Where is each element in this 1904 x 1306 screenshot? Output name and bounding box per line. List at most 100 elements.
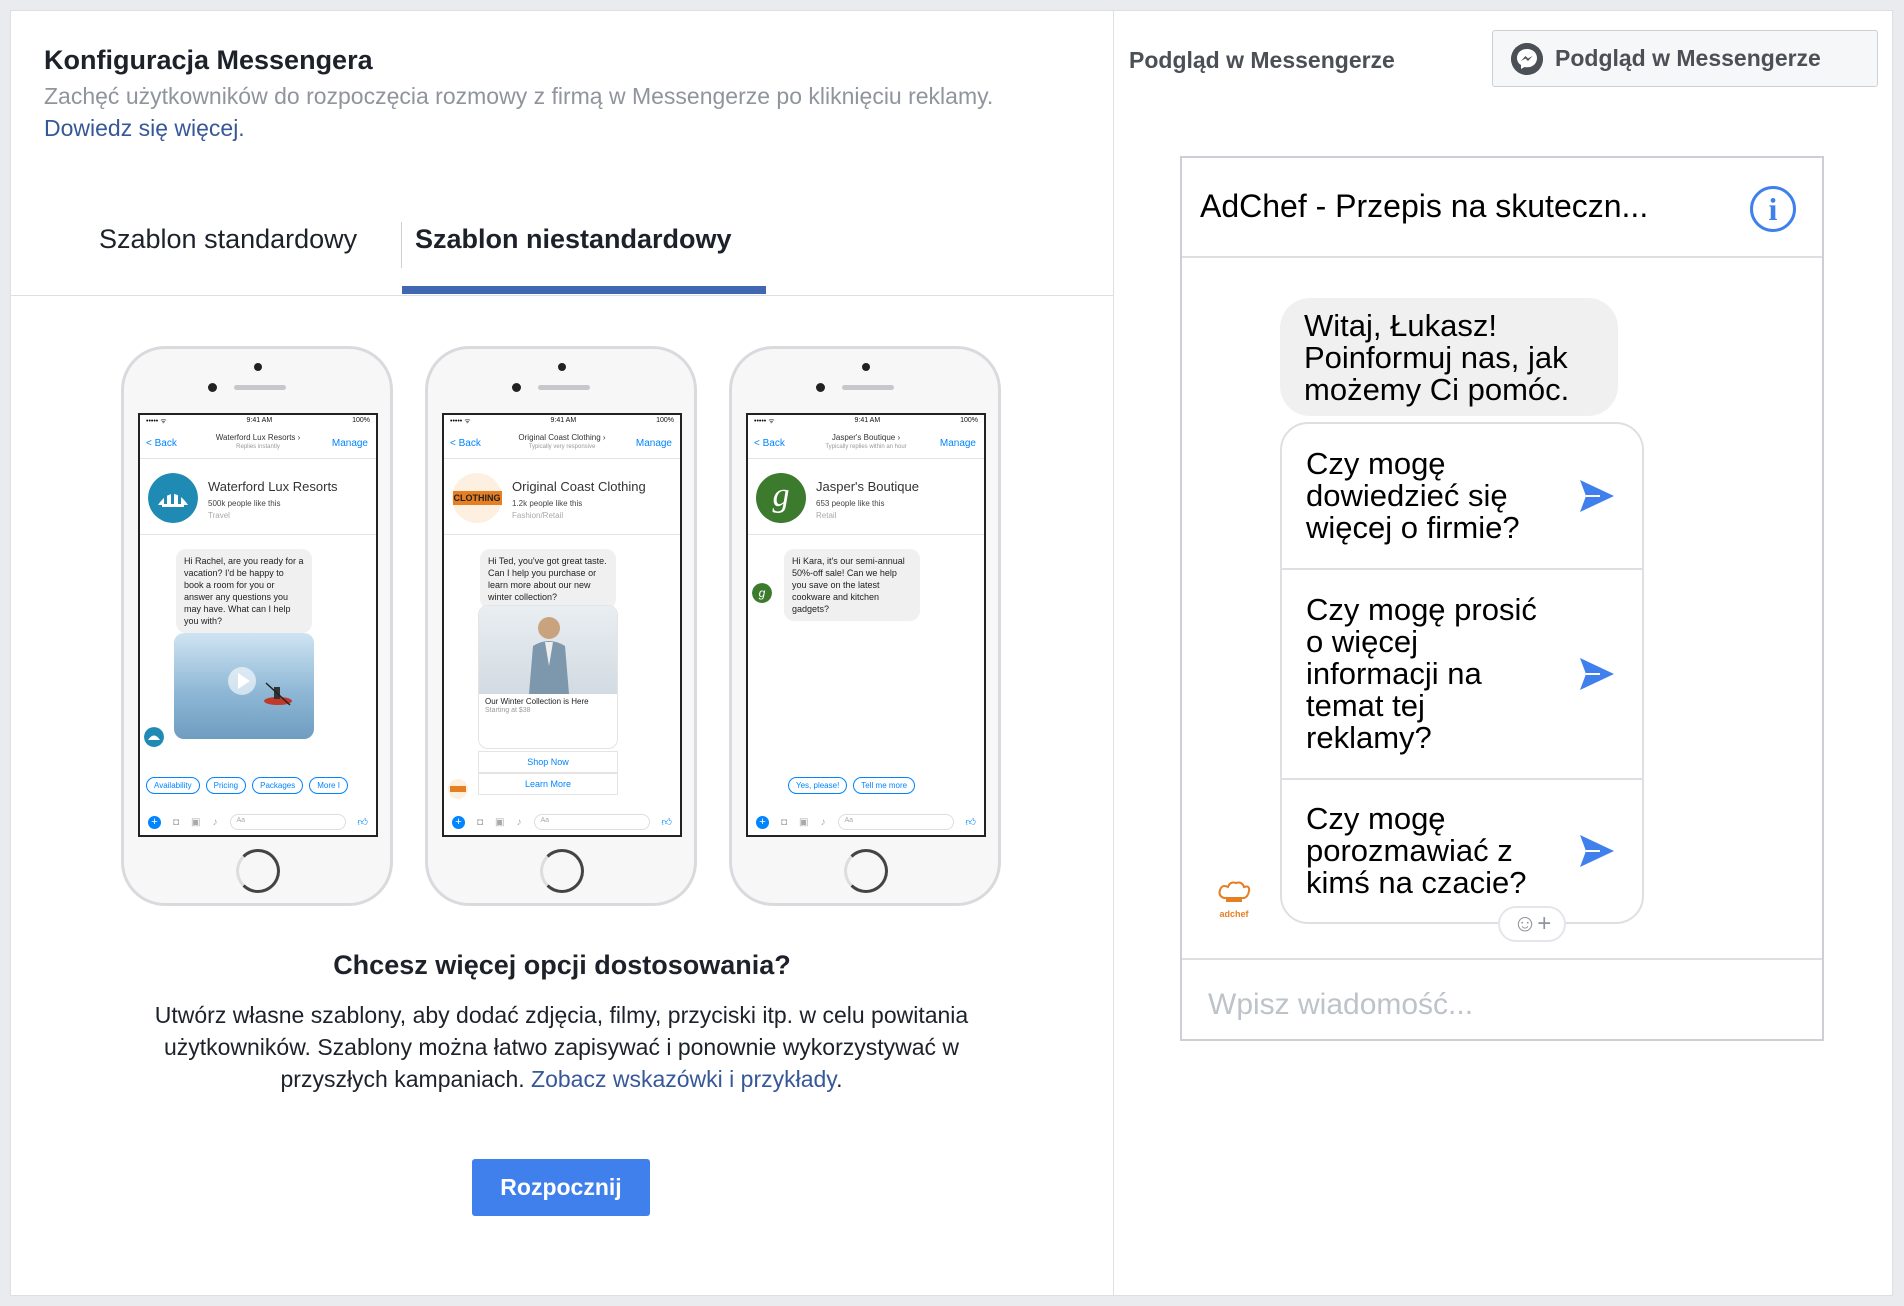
preview-in-messenger-button[interactable]: Podgląd w Messengerze: [1492, 30, 1878, 87]
image-icon: ▣: [191, 816, 201, 828]
composer-field: Aa: [229, 814, 346, 830]
send-icon: [1580, 658, 1614, 690]
card-button-learn: Learn More: [478, 773, 618, 795]
promo-title: Chcesz więcej opcji dostosowania?: [333, 950, 791, 980]
camera-icon: ◘: [781, 816, 788, 828]
adchef-avatar: adchef: [1212, 878, 1256, 922]
phone-mockup-3: ••••• ᯤ 9:41 AM 100% < Back Jasper's Bouti…: [729, 346, 1001, 906]
manage-link: Manage: [939, 438, 976, 449]
quick-replies: Czy mogę dowiedzieć się więcej o firmie?…: [1280, 422, 1644, 924]
quick-reply-text: Czy mogę porozmawiać z kimś na czacie?: [1306, 801, 1527, 900]
mic-icon: ♪: [820, 816, 826, 828]
business-avatar: [448, 779, 468, 799]
chef-hat-icon: [1218, 881, 1251, 902]
start-button[interactable]: Rozpocznij: [472, 1159, 650, 1216]
quick-reply-chip: Packages: [252, 777, 304, 794]
card-subtitle: Starting at $38: [485, 707, 531, 714]
composer-field: Aa: [533, 814, 650, 830]
tab-custom-template[interactable]: Szablon niestandardowy: [415, 224, 732, 255]
like-icon: 👍︎: [965, 817, 976, 828]
mic-icon: ♪: [516, 816, 522, 828]
preview-title: Podgląd w Messengerze: [1129, 47, 1395, 73]
plus-icon: +: [148, 815, 161, 829]
clothing-logo-icon: CLOTHING: [452, 473, 502, 523]
plus-icon: +: [452, 815, 465, 829]
card-title: Our Winter Collection is Here: [485, 697, 589, 706]
quick-reply-chip: More I: [309, 777, 348, 794]
quick-reply-item[interactable]: Czy mogę dowiedzieć się więcej o firmie?: [1282, 424, 1642, 568]
product-card: Our Winter Collection is Here Starting a…: [478, 605, 618, 749]
business-likes: 653 people like this: [816, 499, 885, 508]
chat-title: AdChef - Przepis na skuteczn...: [1200, 188, 1649, 224]
phone-mockup-1: ••••• ᯤ 9:41 AM 100% < Back Waterford Lux …: [121, 346, 393, 906]
manage-link: Manage: [635, 438, 672, 449]
quick-reply-chip: Availability: [146, 777, 200, 794]
image-icon: ▣: [495, 816, 505, 828]
phone-screen: ••••• ᯤ 9:41 AM 100% < Back Jasper's Bouti…: [746, 413, 986, 837]
active-tab-indicator: [402, 286, 766, 294]
panel-divider: [1113, 10, 1114, 1296]
image-icon: ▣: [799, 816, 809, 828]
page-subtitle: Zachęć użytkowników do rozpoczęcia rozmo…: [44, 80, 1024, 144]
business-category: Fashion/Retail: [512, 511, 564, 520]
send-icon: [1580, 835, 1614, 867]
emoji-icon[interactable]: ☺+: [1498, 906, 1566, 942]
welcome-message: Hi Ted, you've got great taste. Can I he…: [480, 549, 616, 609]
resort-logo-icon: [148, 473, 198, 523]
card-button-shop: Shop Now: [478, 751, 618, 773]
quick-reply-text: Czy mogę prosić o więcej informacji na t…: [1306, 592, 1537, 755]
phone-screen: ••••• ᯤ 9:41 AM 100% < Back Waterford Lux …: [138, 413, 378, 837]
subtitle-text: Zachęć użytkowników do rozpoczęcia rozmo…: [44, 83, 994, 109]
quick-reply-item[interactable]: Czy mogę porozmawiać z kimś na czacie?: [1282, 778, 1642, 922]
tabs-divider: [11, 295, 1113, 296]
business-name: Original Coast Clothing: [512, 479, 646, 494]
mic-icon: ♪: [212, 816, 218, 828]
video-thumbnail: [174, 633, 314, 739]
quick-reply-text: Czy mogę dowiedzieć się więcej o firmie?: [1306, 446, 1520, 545]
tab-standard-template[interactable]: Szablon standardowy: [99, 224, 357, 255]
send-icon: [1580, 480, 1614, 512]
business-category: Retail: [816, 511, 837, 520]
welcome-message: Hi Rachel, are you ready for a vacation?…: [176, 549, 312, 633]
product-image: [479, 606, 617, 694]
business-category: Travel: [208, 511, 230, 520]
business-likes: 1.2k people like this: [512, 499, 583, 508]
home-button: [236, 849, 280, 893]
svg-text:g: g: [759, 586, 766, 600]
phone-mockup-2: ••••• ᯤ 9:41 AM 100% < Back Original Coast…: [425, 346, 697, 906]
composer-field: Aa: [837, 814, 954, 830]
plus-icon: +: [756, 815, 769, 829]
messenger-icon: [1511, 42, 1543, 75]
like-icon: 👍︎: [357, 817, 368, 828]
learn-more-link[interactable]: Dowiedz się więcej.: [44, 115, 245, 141]
chat-header: AdChef - Przepis na skuteczn... i: [1182, 158, 1822, 258]
quick-reply-item[interactable]: Czy mogę prosić o więcej informacji na t…: [1282, 568, 1642, 778]
business-avatar: [144, 727, 164, 747]
info-icon[interactable]: i: [1750, 186, 1796, 232]
business-name: Jasper's Boutique: [816, 479, 919, 494]
greeting-bubble: Witaj, Łukasz! Poinformuj nas, jak możem…: [1280, 298, 1618, 416]
business-name: Waterford Lux Resorts: [208, 479, 338, 494]
business-avatar: g: [752, 583, 772, 603]
quick-reply-chip: Tell me more: [853, 777, 916, 794]
camera-icon: ◘: [173, 816, 180, 828]
like-icon: 👍︎: [661, 817, 672, 828]
tab-separator: [401, 222, 402, 268]
quick-reply-chip: Yes, please!: [788, 777, 848, 794]
manage-link: Manage: [331, 438, 368, 449]
preview-button-label: Podgląd w Messengerze: [1555, 45, 1821, 71]
avatar-caption: adchef: [1219, 909, 1249, 919]
promo-text: Utwórz własne szablony, aby dodać zdjęci…: [154, 1002, 969, 1092]
home-button: [844, 849, 888, 893]
input-divider: [1182, 958, 1822, 960]
quick-reply-chip: Pricing: [205, 777, 247, 794]
phone-screen: ••••• ᯤ 9:41 AM 100% < Back Original Coast…: [442, 413, 682, 837]
welcome-message: Hi Kara, it's our semi-annual 50%-off sa…: [784, 549, 920, 621]
boutique-logo-icon: g: [756, 473, 806, 523]
page-title: Konfiguracja Messengera: [44, 45, 373, 75]
tips-link[interactable]: Zobacz wskazówki i przykłady: [531, 1066, 836, 1092]
business-likes: 500k people like this: [208, 499, 281, 508]
message-input[interactable]: Wpisz wiadomość...: [1208, 988, 1473, 1022]
camera-icon: ◘: [477, 816, 484, 828]
messenger-preview: AdChef - Przepis na skuteczn... i Witaj,…: [1180, 156, 1824, 1041]
